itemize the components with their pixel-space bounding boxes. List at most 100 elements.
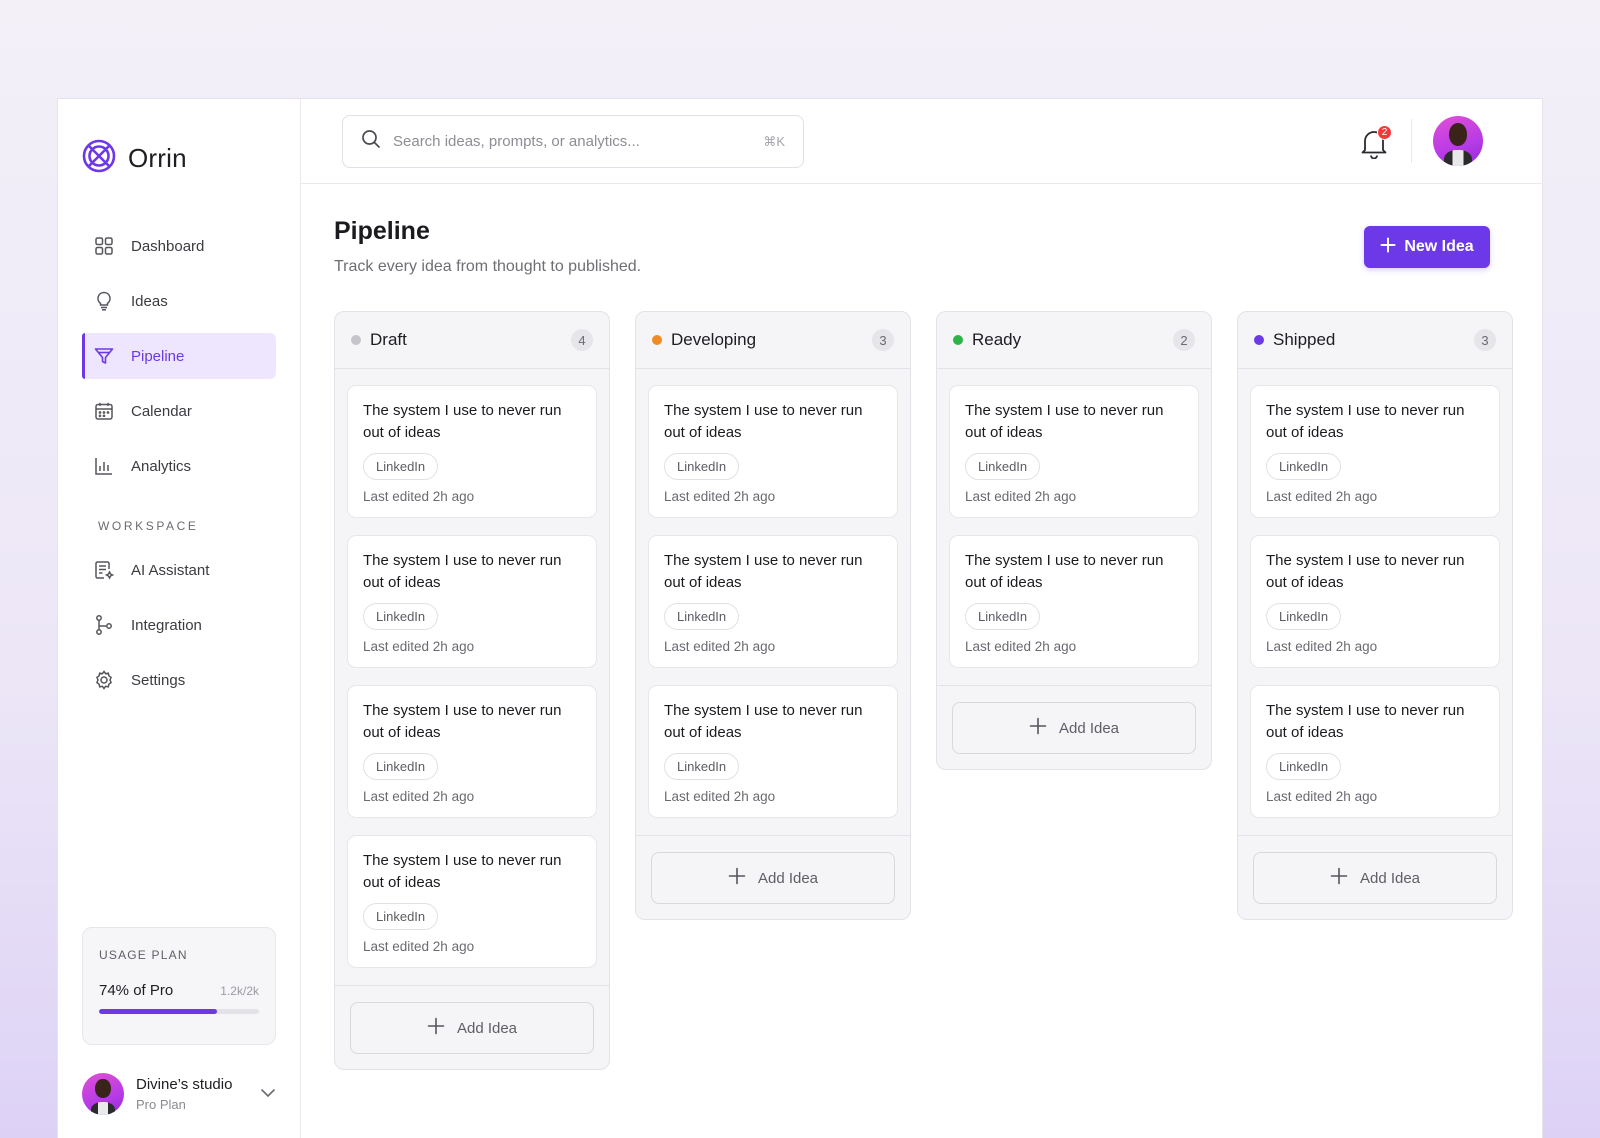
last-edited-text: Last edited 2h ago: [363, 939, 475, 954]
sidebar-item-dashboard[interactable]: Dashboard: [82, 223, 276, 269]
idea-card-title: The system I use to never run out of ide…: [1266, 402, 1465, 441]
column-count-badge: 3: [1474, 329, 1496, 351]
column-developing: Developing 3 The system I use to never run…: [635, 311, 911, 920]
notification-badge: 2: [1377, 125, 1392, 140]
usage-percent: 74% of Pro: [99, 982, 174, 999]
search-shortcut: ⌘K: [763, 133, 785, 149]
user-avatar[interactable]: [1433, 116, 1483, 166]
idea-card[interactable]: The system I use to never run out of ide…: [1250, 385, 1500, 518]
usage-progress-fill: [99, 1009, 218, 1014]
column-title: Developing: [671, 330, 757, 349]
plus-icon: [427, 1017, 445, 1039]
top-bar: ⌘K 2: [301, 99, 1542, 184]
usage-plan-card: USAGE PLAN 74% of Pro 1.2k/2k: [82, 927, 276, 1045]
idea-card-title: The system I use to never run out of ide…: [664, 402, 863, 441]
sidebar-item-label: AI Assistant: [131, 561, 210, 579]
main-content: ⌘K 2 Pipeline Track every idea from thou…: [301, 99, 1542, 1138]
status-dot: [1254, 335, 1264, 345]
last-edited-text: Last edited 2h ago: [664, 789, 776, 804]
sidebar-item-ai-assistant[interactable]: AI Assistant: [82, 547, 276, 593]
platform-tag[interactable]: LinkedIn: [363, 453, 439, 480]
column-count-badge: 4: [571, 329, 593, 351]
last-edited-text: Last edited 2h ago: [1266, 639, 1378, 654]
idea-card-title: The system I use to never run out of ide…: [1266, 702, 1465, 741]
last-edited-text: Last edited 2h ago: [1266, 489, 1378, 504]
add-idea-button[interactable]: Add Idea: [350, 1002, 594, 1054]
column-ready: Ready 2 The system I use to never run out …: [936, 311, 1212, 770]
sidebar-item-label: Pipeline: [131, 347, 185, 365]
funnel-icon: [94, 346, 114, 366]
brand[interactable]: Orrin: [82, 139, 187, 178]
add-idea-button[interactable]: Add Idea: [651, 852, 895, 904]
platform-tag[interactable]: LinkedIn: [664, 603, 740, 630]
idea-card[interactable]: The system I use to never run out of ide…: [949, 535, 1199, 668]
platform-tag[interactable]: LinkedIn: [1266, 753, 1342, 780]
last-edited-text: Last edited 2h ago: [965, 639, 1077, 654]
notifications-button[interactable]: 2: [1360, 125, 1392, 159]
idea-card-title: The system I use to never run out of ide…: [363, 552, 562, 591]
usage-plan-label: USAGE PLAN: [99, 948, 188, 962]
idea-card[interactable]: The system I use to never run out of ide…: [1250, 685, 1500, 818]
column-header: Shipped 3: [1238, 312, 1512, 369]
idea-card[interactable]: The system I use to never run out of ide…: [347, 535, 597, 668]
column-count-badge: 3: [872, 329, 894, 351]
platform-tag[interactable]: LinkedIn: [1266, 603, 1342, 630]
page-subtitle: Track every idea from thought to publish…: [334, 258, 642, 275]
add-idea-button[interactable]: Add Idea: [952, 702, 1196, 754]
platform-tag[interactable]: LinkedIn: [664, 753, 740, 780]
idea-card[interactable]: The system I use to never run out of ide…: [347, 385, 597, 518]
search-input[interactable]: [393, 133, 752, 150]
pipeline-board: Draft 4 The system I use to never run out …: [334, 311, 1513, 1070]
platform-tag[interactable]: LinkedIn: [363, 753, 439, 780]
bar-chart-icon: [94, 456, 114, 476]
app-window: Orrin Dashboard Ideas Pipeline Calendar …: [57, 98, 1543, 1138]
new-idea-button[interactable]: New Idea: [1364, 226, 1490, 268]
last-edited-text: Last edited 2h ago: [664, 489, 776, 504]
usage-progress-bar: [99, 1009, 259, 1014]
platform-tag[interactable]: LinkedIn: [965, 603, 1041, 630]
sidebar-item-label: Analytics: [131, 457, 192, 475]
status-dot: [953, 335, 963, 345]
last-edited-text: Last edited 2h ago: [363, 489, 475, 504]
new-idea-label: New Idea: [1404, 238, 1474, 255]
idea-card[interactable]: The system I use to never run out of ide…: [347, 685, 597, 818]
platform-tag[interactable]: LinkedIn: [1266, 453, 1342, 480]
sidebar: Orrin Dashboard Ideas Pipeline Calendar …: [58, 99, 301, 1138]
sidebar-item-ideas[interactable]: Ideas: [82, 278, 276, 324]
idea-card[interactable]: The system I use to never run out of ide…: [648, 385, 898, 518]
workspace-section-label: WORKSPACE: [98, 519, 199, 533]
column-footer: Add Idea: [937, 685, 1211, 769]
sidebar-item-calendar[interactable]: Calendar: [82, 388, 276, 434]
idea-card[interactable]: The system I use to never run out of ide…: [648, 535, 898, 668]
idea-card[interactable]: The system I use to never run out of ide…: [648, 685, 898, 818]
document-sparkle-icon: [94, 560, 114, 580]
page-title: Pipeline: [334, 217, 430, 245]
add-idea-button[interactable]: Add Idea: [1253, 852, 1497, 904]
sidebar-item-settings[interactable]: Settings: [82, 657, 276, 703]
search-box[interactable]: ⌘K: [342, 115, 804, 168]
platform-tag[interactable]: LinkedIn: [965, 453, 1041, 480]
card-list: The system I use to never run out of ide…: [335, 369, 609, 968]
avatar: [82, 1073, 124, 1115]
platform-tag[interactable]: LinkedIn: [363, 603, 439, 630]
idea-card-title: The system I use to never run out of ide…: [363, 402, 562, 441]
card-list: The system I use to never run out of ide…: [937, 369, 1211, 668]
profile-name: Divine’s studio: [136, 1076, 233, 1093]
sidebar-item-analytics[interactable]: Analytics: [82, 443, 276, 489]
chevron-down-icon[interactable]: [260, 1085, 276, 1103]
column-title: Shipped: [1273, 330, 1336, 349]
platform-tag[interactable]: LinkedIn: [664, 453, 740, 480]
sidebar-item-integration[interactable]: Integration: [82, 602, 276, 648]
idea-card[interactable]: The system I use to never run out of ide…: [949, 385, 1199, 518]
idea-card[interactable]: The system I use to never run out of ide…: [347, 835, 597, 968]
calendar-icon: [94, 401, 114, 421]
platform-tag[interactable]: LinkedIn: [363, 903, 439, 930]
idea-card[interactable]: The system I use to never run out of ide…: [1250, 535, 1500, 668]
column-header: Developing 3: [636, 312, 910, 369]
workspace-profile[interactable]: Divine’s studio Pro Plan: [82, 1073, 276, 1115]
git-branch-icon: [94, 615, 114, 635]
column-draft: Draft 4 The system I use to never run out …: [334, 311, 610, 1070]
add-idea-label: Add Idea: [1058, 719, 1120, 737]
sidebar-item-pipeline[interactable]: Pipeline: [82, 333, 276, 379]
topbar-divider: [1411, 119, 1412, 163]
